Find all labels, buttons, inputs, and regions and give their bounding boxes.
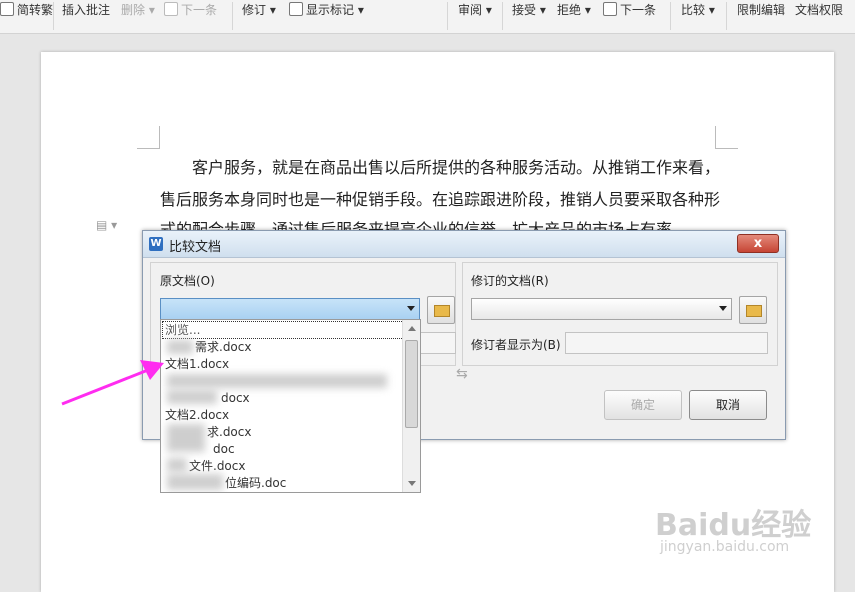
baidu-watermark: Baidu经验 — [655, 508, 812, 543]
annotation-arrow — [61, 360, 164, 406]
annotation-arrow-shaft — [61, 368, 149, 406]
baidu-watermark-url: jingyan.baidu.com — [660, 539, 790, 555]
annotation-arrow-head — [140, 360, 164, 380]
